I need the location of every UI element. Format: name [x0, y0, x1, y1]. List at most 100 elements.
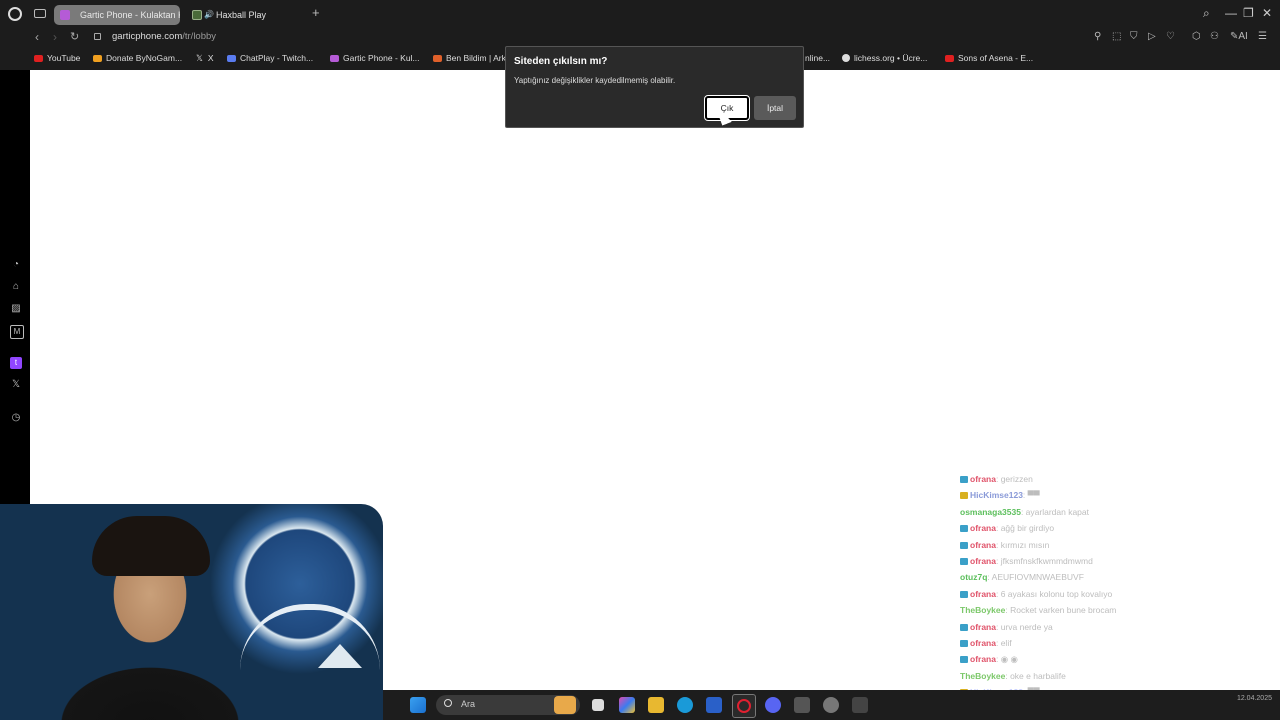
back-icon[interactable]: ‹	[35, 30, 39, 44]
file-explorer-icon[interactable]	[648, 697, 664, 713]
bookmark-x[interactable]: 𝕏X	[196, 53, 214, 64]
x-sidebar-icon[interactable]: 𝕏	[10, 379, 22, 391]
chat-username: ofrana	[970, 637, 996, 648]
chat-message: otuz7q: AEUFIOVMNWAEBUVF	[960, 572, 1260, 588]
system-clock[interactable]: 12.04.2025	[1237, 694, 1272, 704]
obs-icon[interactable]	[823, 697, 839, 713]
tab-bar: Gartic Phone - Kulaktan K 🔊 Haxball Play…	[0, 0, 1280, 28]
copilot-icon[interactable]	[619, 697, 635, 713]
bookmark-label: lichess.org • Ücre...	[854, 53, 928, 63]
twitch-icon[interactable]: t	[10, 357, 22, 369]
chat-message: ofrana: 6 ayakası kolonu top kovalıyo	[960, 589, 1260, 605]
chat-message: ofrana: jfksmfnskfkwmmdmwmd	[960, 556, 1260, 572]
tab-list-icon[interactable]	[34, 9, 46, 18]
bookmark-donate[interactable]: Donate ByNoGam...	[93, 53, 182, 63]
chat-badge-icon	[960, 623, 968, 631]
gartic-icon	[330, 55, 339, 62]
chat-username: HicKimse123	[970, 490, 1023, 501]
chat-text: : oke e harbalife	[1005, 670, 1066, 681]
ai-icon[interactable]: ✎AI	[1230, 31, 1248, 42]
bookmark-youtube[interactable]: YouTube	[34, 53, 80, 63]
store-icon[interactable]	[706, 697, 722, 713]
menu-icon[interactable]: ☰	[1258, 31, 1267, 42]
shield-icon[interactable]: ⛉	[1130, 31, 1138, 42]
forward-icon[interactable]: ›	[53, 30, 57, 44]
speaker-icon[interactable]: 🔊	[204, 5, 214, 25]
search-icon	[444, 699, 452, 707]
heart-icon[interactable]: ♡	[1166, 31, 1175, 42]
dialog-title: Siteden çıkılsın mı?	[514, 56, 608, 67]
bookmark-sons-of-asena[interactable]: Sons of Asena - E...	[945, 53, 1033, 63]
bookmark-ben-bildim[interactable]: Ben Bildim | Ark	[433, 53, 506, 63]
history-icon[interactable]: ◷	[10, 412, 22, 424]
discord-icon[interactable]	[765, 697, 781, 713]
account-icon[interactable]: ⚇	[1210, 31, 1219, 42]
minimize-icon[interactable]: —	[1225, 6, 1237, 20]
aria-icon[interactable]: ◔	[10, 259, 22, 271]
url-host: garticphone.com	[112, 31, 183, 42]
close-icon[interactable]: ✕	[1262, 6, 1272, 20]
chat-text: : 6 ayakası kolonu top kovalıyo	[995, 588, 1113, 599]
play-icon[interactable]: ▷	[1148, 31, 1156, 42]
pinboard-icon[interactable]: ▨	[10, 303, 22, 315]
tab-label: Gartic Phone - Kulaktan K	[80, 10, 180, 20]
chat-username: otuz7q	[960, 572, 988, 583]
chat-text: : ağğ bir girdiyo	[995, 523, 1055, 534]
chat-message: HicKimse123: ▀▀	[960, 490, 1260, 506]
tab-haxball[interactable]: 🔊 Haxball Play	[186, 5, 306, 25]
bookmark-label: nline...	[805, 53, 831, 63]
chat-message: TheBoykee: oke e harbalife	[960, 671, 1260, 687]
opera-taskbar-button[interactable]	[732, 694, 756, 718]
flow-icon[interactable]: ⌂	[10, 281, 22, 293]
edge-icon[interactable]	[677, 697, 693, 713]
bookmark-lichess[interactable]: lichess.org • Ücre...	[842, 53, 927, 63]
opera-icon	[737, 699, 751, 713]
chat-text: : ▀▀	[1022, 490, 1040, 501]
chat-badge-icon	[960, 656, 968, 664]
webcam-overlay	[0, 504, 383, 720]
chat-badge-icon	[960, 492, 968, 500]
bookmark-label: Sons of Asena - E...	[958, 53, 1034, 63]
taskbar-search-label: Ara	[461, 699, 476, 709]
url-field[interactable]: garticphone.com/tr/lobby	[112, 31, 216, 42]
bookmark-online[interactable]: nline...	[805, 53, 830, 63]
chat-username: ofrana	[970, 555, 996, 566]
taskbar-search[interactable]: Ara	[436, 695, 580, 715]
search-icon[interactable]: ⌕	[1203, 6, 1210, 21]
bookmark-gartic[interactable]: Gartic Phone - Kul...	[330, 53, 420, 63]
opera-logo-icon[interactable]	[8, 7, 22, 21]
messenger-icon[interactable]: M	[10, 325, 24, 339]
extensions-icon[interactable]: ⬡	[1192, 31, 1201, 42]
pin-icon[interactable]: ⚲	[1094, 31, 1101, 42]
chat-message: TheBoykee: Rocket varken bune brocam	[960, 605, 1260, 621]
chat-text: : urva nerde ya	[995, 621, 1053, 632]
chat-username: TheBoykee	[960, 605, 1006, 616]
restore-icon[interactable]: ❐	[1243, 6, 1254, 20]
gartic-favicon-icon	[60, 10, 70, 20]
app-icon-2[interactable]	[852, 697, 868, 713]
bookmark-label: ChatPlay - Twitch...	[240, 53, 314, 63]
search-highlight-icon	[554, 696, 576, 714]
reload-icon[interactable]: ↻	[70, 30, 79, 43]
tab-gartic-phone[interactable]: Gartic Phone - Kulaktan K	[54, 5, 180, 25]
lichess-icon	[842, 54, 850, 62]
task-view-icon[interactable]	[592, 699, 604, 711]
bookmark-label: X	[207, 53, 214, 63]
cancel-button[interactable]: İptal	[754, 96, 796, 120]
snapshot-icon[interactable]: ⬚	[1112, 31, 1121, 42]
chat-text: : ayarlardan kapat	[1020, 506, 1089, 517]
chat-username: TheBoykee	[960, 670, 1006, 681]
donate-icon	[93, 55, 102, 62]
bookmark-label: YouTube	[47, 53, 81, 63]
chat-text: : AEUFIOVMNWAEBUVF	[987, 572, 1084, 583]
chat-text: : kırmızı mısın	[995, 539, 1050, 550]
bookmark-chatplay[interactable]: ChatPlay - Twitch...	[227, 53, 313, 63]
x-icon: 𝕏	[196, 53, 203, 63]
chat-text: : ◉ ◉	[995, 654, 1018, 665]
chat-username: ofrana	[970, 621, 996, 632]
streamer-hair	[92, 516, 210, 576]
new-tab-button[interactable]: +	[312, 5, 320, 20]
app-icon[interactable]	[794, 697, 810, 713]
windows-start-icon[interactable]	[410, 697, 426, 713]
chat-text: : jfksmfnskfkwmmdmwmd	[995, 555, 1093, 566]
